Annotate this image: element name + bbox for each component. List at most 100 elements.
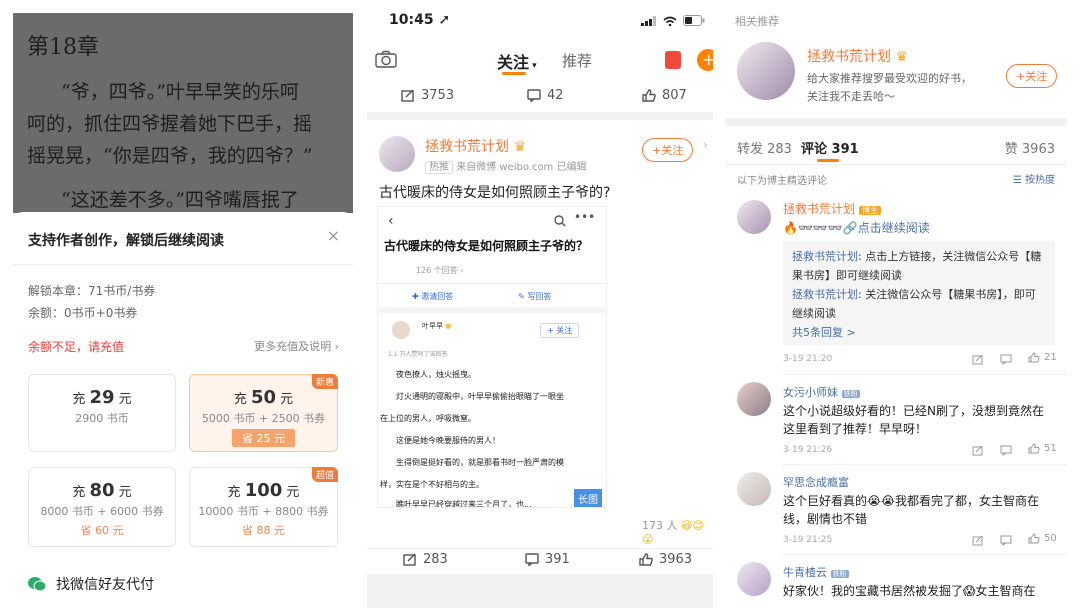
profile-name[interactable]: 拯救书荒计划 ♛ [807, 46, 908, 66]
follow-button[interactable]: +关注 [642, 138, 694, 162]
repost-icon[interactable] [972, 445, 984, 456]
comment-icon [525, 553, 539, 566]
more-icon: ••• [574, 210, 596, 224]
comment-button[interactable]: 391 [525, 552, 570, 567]
search-icon [554, 215, 566, 227]
reader-background: 第18章 “爷，四爷。”叶早早笑的乐呵 呵的，抓住四爷握着她下巴手，摇 摇晃晃，… [13, 13, 353, 213]
invite-answer: ✚ 邀请回答 [412, 292, 454, 301]
answer-count: 126 个回答 › [416, 266, 464, 275]
recharge-option-80[interactable]: 充 80 元 8000 书币 + 6000 书券 省 60 元 [28, 467, 176, 547]
thumbs-up-icon [1028, 443, 1040, 454]
tab-recommend[interactable]: 推荐 [562, 50, 592, 71]
comment-time: 3-19 21:26 [783, 445, 833, 455]
add-icon[interactable]: + [697, 49, 713, 71]
question-title: 古代暖床的侍女是如何照顾主子爷的？ [384, 239, 589, 253]
weibo-top-nav: 关注 ▾ 推荐 + [367, 40, 713, 80]
wechat-pay-button[interactable]: 找微信好友代付 [28, 574, 154, 594]
tab-indicator [817, 159, 839, 162]
repost-button[interactable]: 283 [403, 552, 448, 567]
separator [367, 112, 713, 120]
avatar[interactable] [379, 136, 415, 172]
like-button[interactable]: 50 [1028, 533, 1057, 544]
repost-icon[interactable] [972, 535, 984, 546]
like-button[interactable]: 51 [1028, 443, 1057, 454]
post-image[interactable]: ‹ ••• 古代暖床的侍女是如何照顾主子爷的？ 126 个回答 › ✚ 邀请回答… [377, 206, 607, 508]
profile-bio: 关注我不走丢哈～ [807, 90, 895, 103]
avatar[interactable] [737, 42, 795, 100]
comment-button[interactable]: 42 [527, 88, 564, 103]
comment-author[interactable]: 牛青楂云 铁粉 [783, 564, 849, 580]
weibo-post: 拯救书荒计划 ♛ 热推 来自微博 weibo.com 已编辑 +关注 › 古代暖… [367, 120, 713, 570]
likes-note: 1.1 万人赞同了该回答 [388, 351, 448, 358]
long-image-tag: 长图 [574, 489, 602, 507]
divider [783, 374, 1067, 375]
reply-box[interactable]: 拯救书荒计划: 点击上方链接，关注微信公众号【糖果书房】即可继续阅读 拯救书荒计… [783, 241, 1055, 345]
comment-text: 好家伙！我的宝藏书居然被发掘了😱女主智商在 [783, 584, 1036, 598]
back-icon: ‹ [388, 213, 394, 229]
comment-time: 3-19 21:25 [783, 535, 833, 545]
more-replies-link[interactable]: 共5条回复 > [792, 323, 1046, 342]
comment-text: 这个小说超级好看的！已经N刷了，没想到竟然在这里看到了推荐！早早呀！ [783, 404, 1044, 436]
chevron-right-icon[interactable]: › [703, 138, 708, 152]
divider [725, 164, 1067, 165]
like-button[interactable]: 21 [1028, 352, 1057, 363]
answer-line: 在上位的男人，呼吸微窒。 [380, 414, 476, 423]
insufficient-warning: 余额不足，请充值 [28, 340, 125, 354]
top-post-actions: 3753 42 807 [367, 80, 713, 110]
promo-badge: 新惠 [311, 374, 338, 389]
recharge-option-100[interactable]: 超值 充 100 元 10000 书币 + 8800 书券 省 88 元 [189, 467, 338, 547]
more-recharge-link[interactable]: 更多充值及说明 › [254, 338, 339, 354]
answer-line: 生得倒是挺好看的，就是那看书时一脸严肃的模 [396, 458, 564, 467]
recharge-option-29[interactable]: 充 29 元 2900 书币 [28, 374, 176, 452]
status-icons [641, 15, 705, 26]
post-meta: 热推 来自微博 weibo.com 已编辑 [425, 158, 586, 174]
weibo-feed-panel: 10:45 ➚ 关注 ▾ 推荐 + 3753 42 807 拯救书荒计划 ♛ 热… [367, 0, 713, 608]
separator [378, 307, 606, 313]
avatar[interactable] [737, 472, 771, 506]
tab-like[interactable]: 赞 3963 [1005, 138, 1055, 157]
avatar[interactable] [737, 562, 771, 596]
like-button[interactable]: 3963 [639, 552, 692, 567]
reader-text: 呵的，抓住四爷握着她下巴手，摇 [27, 113, 313, 135]
reaction-count: 173 人 😆😊😮 [642, 519, 704, 546]
red-packet-icon[interactable] [665, 51, 681, 69]
reader-panel: 第18章 “爷，四爷。”叶早早笑的乐呵 呵的，抓住四爷握着她下巴手，摇 摇晃晃，… [13, 0, 353, 608]
tab-follow[interactable]: 关注 ▾ [497, 49, 537, 73]
answer-user: 叶早早 ● [422, 322, 452, 330]
unlock-sheet: 支持作者创作，解锁后继续阅读 × 解锁本章：71书币/书券 余额：0书币+0书券… [13, 212, 353, 608]
avatar[interactable] [737, 382, 771, 416]
comment-author[interactable]: 女污小师妹 铁粉 [783, 384, 860, 400]
comment-author[interactable]: 拯救书荒计划 博主 [783, 200, 881, 217]
reply-item: 拯救书荒计划: 点击上方链接，关注微信公众号【糖果书房】即可继续阅读 [792, 250, 1042, 282]
tab-repost[interactable]: 转发 283 [737, 138, 792, 157]
signal-icon [641, 15, 656, 26]
answer-line: 瞧叶早早已经穿越过来三个月了，也... [396, 500, 532, 508]
comment-time: 3-19 21:20 [783, 354, 833, 364]
inner-follow: + 关注 [540, 323, 580, 338]
camera-icon[interactable] [375, 50, 397, 68]
author-name[interactable]: 拯救书荒计划 ♛ [425, 136, 526, 156]
comment-icon[interactable] [1000, 354, 1012, 365]
answer-line: 灯火通明的寝殿中，叶早早偷偷抬眼瞄了一眼坐 [396, 392, 564, 401]
repost-button[interactable]: 3753 [401, 88, 454, 103]
chapter-title: 第18章 [27, 35, 99, 60]
comment-text[interactable]: 🔥👓👓👓🔗点击继续阅读 [783, 219, 930, 236]
follow-button[interactable]: +关注 [1006, 64, 1058, 88]
post-text: 古代暖床的侍女是如何照顾主子爷的? [379, 185, 611, 201]
separator [725, 118, 1067, 126]
write-answer: ✎ 写回答 [518, 292, 552, 301]
recharge-option-50[interactable]: 新惠 充 50 元 5000 书币 + 2500 书券 省 25 元 [189, 374, 338, 452]
tab-comment[interactable]: 评论 391 [801, 138, 859, 157]
like-button[interactable]: 807 [642, 88, 687, 103]
divider [783, 464, 1067, 465]
avatar[interactable] [737, 200, 771, 234]
repost-icon[interactable] [972, 354, 984, 365]
close-icon[interactable]: × [327, 226, 340, 245]
comment-author[interactable]: 罕思念成瘾富 [783, 474, 849, 490]
reader-text: 摇晃晃，“你是四爷，我的四爷？” [27, 145, 313, 167]
sort-button[interactable]: ☰ 按热度 [1013, 171, 1055, 186]
thumbs-up-icon [1028, 352, 1040, 363]
comment-icon[interactable] [1000, 445, 1012, 456]
answer-line: 样，实在是个不好相与的主。 [380, 480, 484, 489]
comment-icon[interactable] [1000, 535, 1012, 546]
